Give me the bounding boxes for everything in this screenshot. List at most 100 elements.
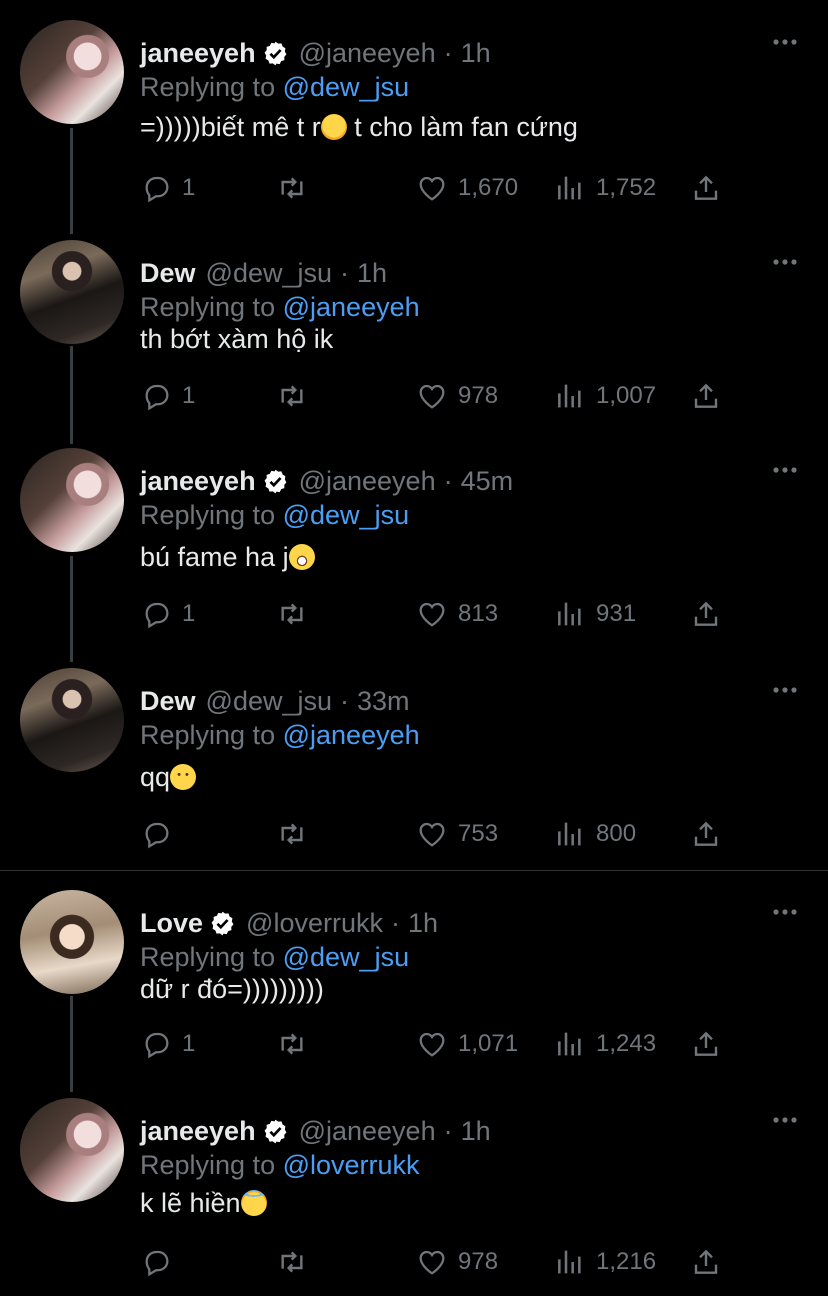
retweet-button[interactable] xyxy=(276,172,318,204)
retweet-button[interactable] xyxy=(276,1028,318,1060)
timestamp[interactable]: 1h xyxy=(357,258,387,289)
timestamp[interactable]: 33m xyxy=(357,686,410,717)
verified-badge-icon xyxy=(264,469,286,494)
slightly-smiling-face-emoji xyxy=(170,764,197,790)
avatar[interactable] xyxy=(20,1098,124,1202)
avatar[interactable] xyxy=(20,240,124,344)
tweet[interactable]: janeeyeh @janeeyeh · 1h Replying to @dew… xyxy=(0,20,828,220)
mention-link[interactable]: @loverrukk xyxy=(283,1150,420,1180)
avatar[interactable] xyxy=(20,448,124,552)
tweet[interactable]: Love @loverrukk · 1h Replying to @dew_js… xyxy=(0,890,828,1080)
display-name[interactable]: janeeyeh xyxy=(140,1116,256,1147)
like-button[interactable]: 978 xyxy=(416,1246,498,1278)
views-button[interactable]: 931 xyxy=(554,598,636,630)
tweet-actions: 1 813 931 xyxy=(140,598,740,638)
handle[interactable]: @dew_jsu xyxy=(206,686,332,717)
mention-link[interactable]: @dew_jsu xyxy=(283,942,409,972)
retweet-icon xyxy=(281,603,303,625)
tweet[interactable]: Dew @dew_jsu · 1h Replying to @janeeyeh … xyxy=(0,240,828,430)
retweet-button[interactable] xyxy=(276,598,318,630)
heart-icon xyxy=(419,176,445,201)
avatar[interactable] xyxy=(20,668,124,772)
display-name[interactable]: Love xyxy=(140,908,203,939)
display-name[interactable]: janeeyeh xyxy=(140,38,256,69)
handle[interactable]: @dew_jsu xyxy=(206,258,332,289)
display-name[interactable]: Dew xyxy=(140,686,196,717)
timestamp[interactable]: 45m xyxy=(461,466,514,497)
like-button[interactable]: 813 xyxy=(416,598,498,630)
tweet-actions: 1 978 1,007 xyxy=(140,380,740,420)
mention-link[interactable]: @janeeyeh xyxy=(283,292,420,322)
more-options-icon[interactable] xyxy=(772,38,798,46)
retweet-icon xyxy=(281,823,303,845)
more-options-icon[interactable] xyxy=(772,686,798,694)
avatar[interactable] xyxy=(20,20,124,124)
reply-button[interactable]: 1 xyxy=(140,1028,195,1060)
like-button[interactable]: 1,670 xyxy=(416,172,518,204)
tweet-text-part: =)))))biết mê t r xyxy=(140,112,321,142)
view-count: 1,216 xyxy=(596,1248,657,1275)
timestamp[interactable]: 1h xyxy=(408,908,438,939)
views-button[interactable]: 1,752 xyxy=(554,172,656,204)
share-button[interactable] xyxy=(690,598,722,630)
views-button[interactable]: 1,243 xyxy=(554,1028,656,1060)
share-icon xyxy=(694,1249,718,1274)
like-count: 978 xyxy=(458,382,499,409)
share-button[interactable] xyxy=(690,380,722,412)
separator-dot: · xyxy=(390,908,400,938)
share-button[interactable] xyxy=(690,172,722,204)
like-button[interactable]: 753 xyxy=(416,818,498,850)
avatar[interactable] xyxy=(20,890,124,994)
view-count: 1,007 xyxy=(596,382,657,409)
handle[interactable]: @janeeyeh xyxy=(299,1116,436,1147)
retweet-icon xyxy=(281,177,303,199)
grinning-face-emoji xyxy=(288,544,315,570)
reply-button[interactable] xyxy=(140,818,182,850)
reply-button[interactable]: 1 xyxy=(140,172,195,204)
like-button[interactable]: 1,071 xyxy=(416,1028,518,1060)
more-options-icon[interactable] xyxy=(772,466,798,474)
handle[interactable]: @janeeyeh xyxy=(299,466,436,497)
heart-icon xyxy=(419,602,445,627)
share-icon xyxy=(694,1031,718,1056)
tweet-text: =)))))biết mê t r t cho làm fan cứng xyxy=(140,112,578,143)
mention-link[interactable]: @dew_jsu xyxy=(283,500,409,530)
tweet-text-part: t cho làm fan cứng xyxy=(346,112,578,142)
tweet[interactable]: janeeyeh @janeeyeh · 45m Replying to @de… xyxy=(0,448,828,648)
hugging-face-emoji xyxy=(320,114,347,140)
retweet-icon xyxy=(281,1033,303,1055)
separator-dot: · xyxy=(340,686,350,716)
smiling-face-with-halo-emoji xyxy=(240,1190,267,1216)
retweet-button[interactable] xyxy=(276,1246,318,1278)
retweet-button[interactable] xyxy=(276,380,318,412)
more-options-icon[interactable] xyxy=(772,1116,798,1124)
views-button[interactable]: 800 xyxy=(554,818,636,850)
share-button[interactable] xyxy=(690,818,722,850)
share-button[interactable] xyxy=(690,1246,722,1278)
timestamp[interactable]: 1h xyxy=(461,38,491,69)
tweet[interactable]: Dew @dew_jsu · 33m Replying to @janeeyeh… xyxy=(0,668,828,863)
mention-link[interactable]: @janeeyeh xyxy=(283,720,420,750)
reply-button[interactable] xyxy=(140,1246,182,1278)
more-options-icon[interactable] xyxy=(772,908,798,916)
tweet-text: k lẽ hiền xyxy=(140,1188,267,1219)
like-count: 978 xyxy=(458,1248,499,1275)
retweet-button[interactable] xyxy=(276,818,318,850)
tweet-header: janeeyeh @janeeyeh · 45m xyxy=(140,466,513,497)
more-options-icon[interactable] xyxy=(772,258,798,266)
share-button[interactable] xyxy=(690,1028,722,1060)
tweet[interactable]: janeeyeh @janeeyeh · 1h Replying to @lov… xyxy=(0,1098,828,1288)
like-button[interactable]: 978 xyxy=(416,380,498,412)
mention-link[interactable]: @dew_jsu xyxy=(283,72,409,102)
views-button[interactable]: 1,007 xyxy=(554,380,656,412)
analytics-icon xyxy=(558,1032,581,1056)
views-button[interactable]: 1,216 xyxy=(554,1246,656,1278)
handle[interactable]: @loverrukk xyxy=(246,908,383,939)
display-name[interactable]: Dew xyxy=(140,258,196,289)
reply-button[interactable]: 1 xyxy=(140,598,195,630)
timestamp[interactable]: 1h xyxy=(461,1116,491,1147)
display-name[interactable]: janeeyeh xyxy=(140,466,256,497)
reply-button[interactable]: 1 xyxy=(140,380,195,412)
handle[interactable]: @janeeyeh xyxy=(299,38,436,69)
retweet-icon xyxy=(281,1251,303,1273)
